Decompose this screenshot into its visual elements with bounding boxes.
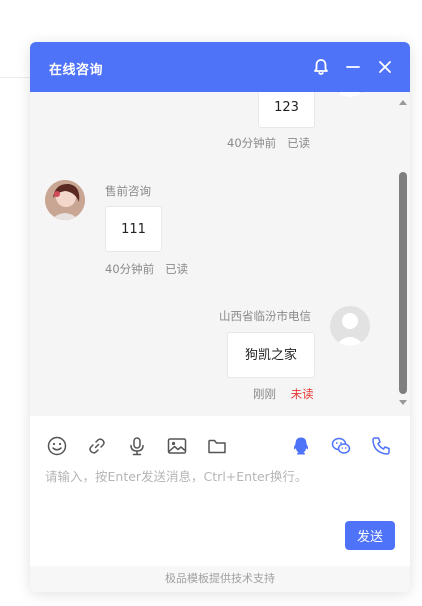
scroll-down-arrow[interactable] — [399, 400, 407, 405]
scroll-thumb[interactable] — [399, 172, 407, 394]
send-button[interactable]: 发送 — [345, 521, 395, 550]
message-meta: 40分钟前 已读 — [105, 261, 188, 277]
message-time: 40分钟前 — [227, 136, 277, 150]
bell-icon[interactable] — [311, 57, 331, 77]
chat-header: 在线咨询 — [30, 42, 410, 92]
message-input-area — [45, 466, 395, 526]
message-input[interactable] — [45, 466, 395, 526]
user-avatar — [330, 306, 370, 346]
minimize-icon[interactable] — [343, 57, 363, 77]
message-status: 未读 — [290, 387, 314, 401]
close-icon[interactable] — [375, 57, 395, 77]
image-icon[interactable] — [166, 435, 188, 457]
scroll-up-arrow[interactable] — [399, 100, 407, 105]
message-list[interactable]: 123 40分钟前 已读 售前咨询 111 40分钟前 已读 山西省临汾市电信 … — [30, 92, 398, 416]
message-bubble: 111 — [105, 206, 162, 252]
link-icon[interactable] — [86, 435, 108, 457]
folder-icon[interactable] — [206, 435, 228, 457]
message-meta: 40分钟前 已读 — [227, 135, 310, 151]
footer-credit: 极品模板提供技术支持 — [30, 566, 410, 592]
message-meta: 刚刚 未读 — [253, 386, 314, 402]
message-status: 已读 — [287, 136, 311, 150]
message-sender: 山西省临汾市电信 — [219, 309, 311, 323]
message-time: 刚刚 — [253, 387, 276, 401]
message-time: 40分钟前 — [105, 262, 155, 276]
message-bubble: 狗凯之家 — [227, 332, 315, 378]
qq-icon[interactable] — [290, 435, 312, 457]
agent-avatar — [45, 180, 85, 220]
chat-window: 在线咨询 123 40分钟前 已读 售前咨询 111 40分钟前 已读 山西省临… — [30, 42, 410, 592]
message-sender: 售前咨询 — [105, 184, 151, 198]
user-avatar — [330, 92, 370, 97]
page-divider — [0, 77, 30, 78]
message-scrollbar[interactable] — [396, 92, 410, 416]
wechat-icon[interactable] — [330, 435, 352, 457]
chat-title: 在线咨询 — [49, 63, 104, 78]
phone-icon[interactable] — [370, 435, 392, 457]
microphone-icon[interactable] — [126, 435, 148, 457]
emoji-icon[interactable] — [46, 435, 68, 457]
message-status: 已读 — [165, 262, 189, 276]
message-bubble: 123 — [258, 92, 315, 128]
